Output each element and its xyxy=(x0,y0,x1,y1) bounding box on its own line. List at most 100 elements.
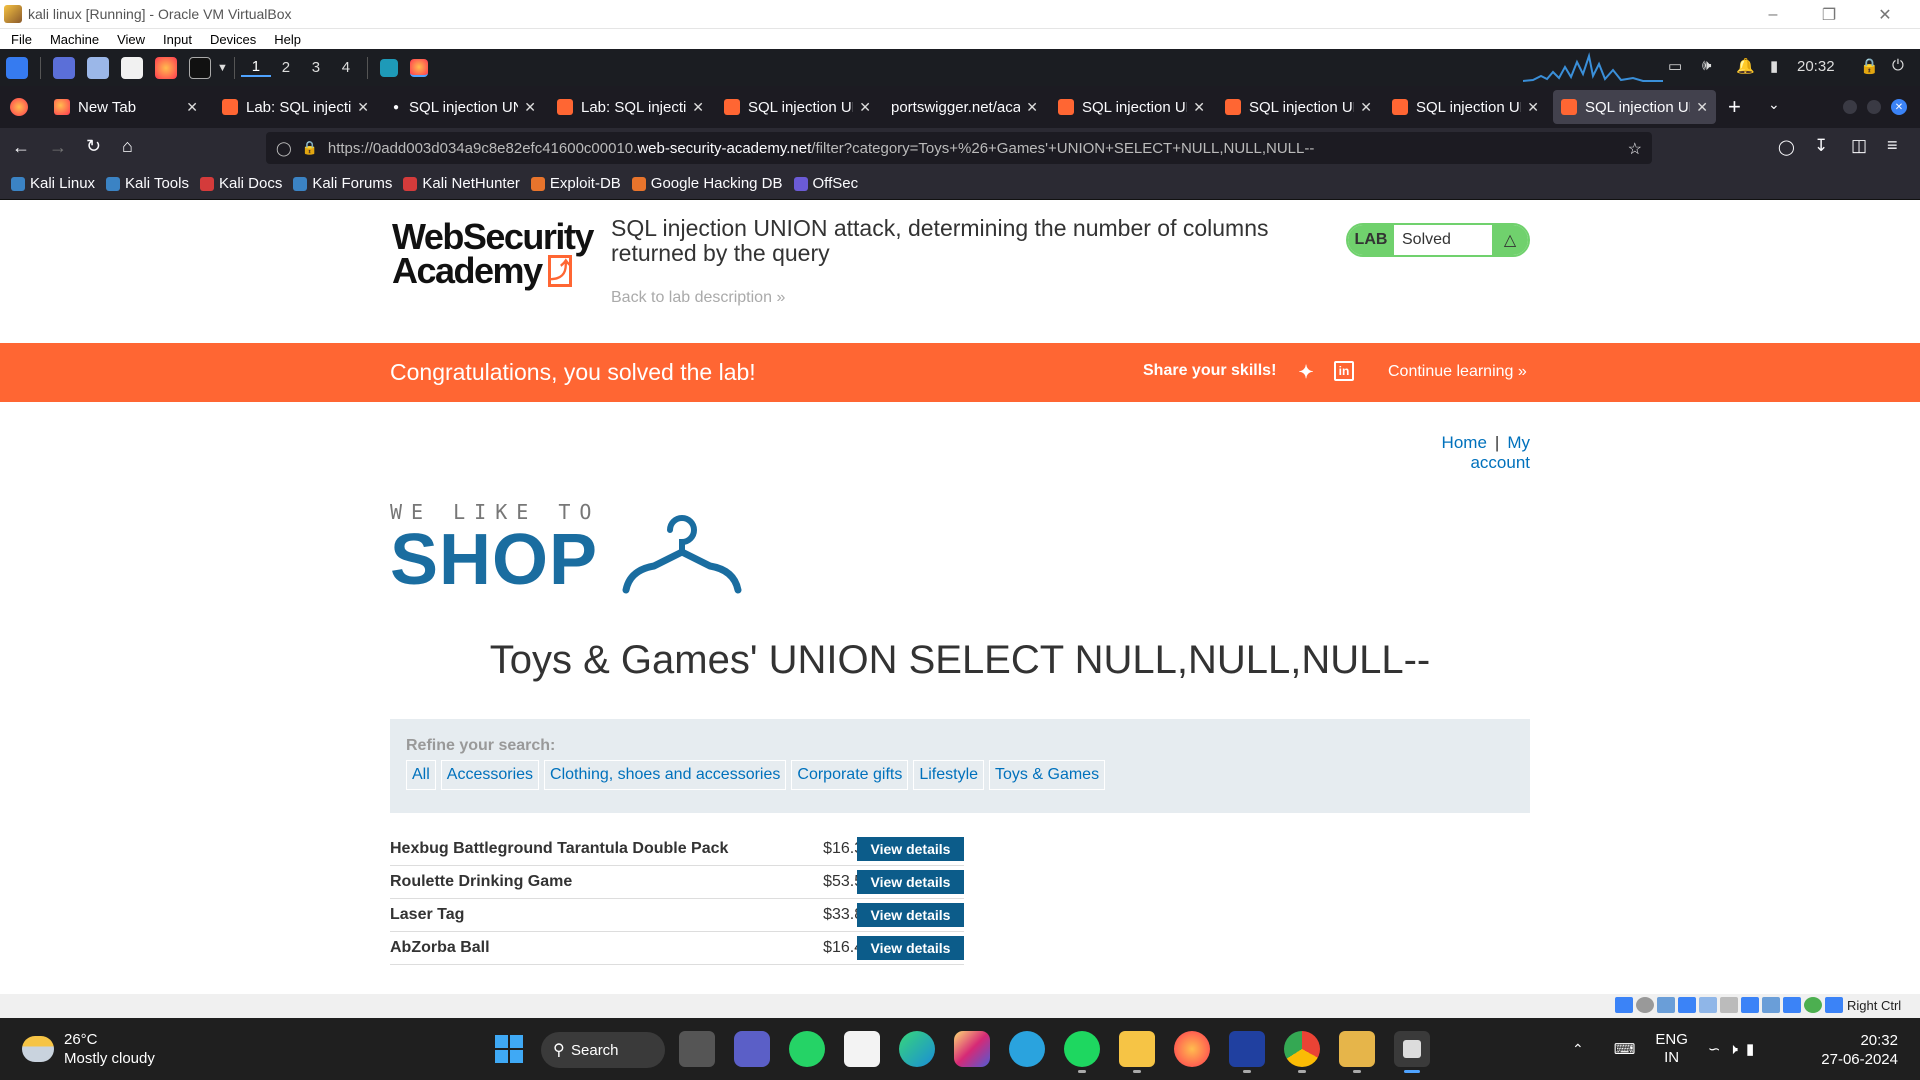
show-hidden-icons-icon[interactable]: ⌃ xyxy=(1572,1041,1584,1058)
bookmark-star-icon[interactable]: ☆ xyxy=(1628,139,1642,159)
close-tab-icon[interactable]: ✕ xyxy=(357,99,369,116)
tab-sqli-2[interactable]: SQL injection UN ✕ xyxy=(716,90,879,124)
instagram-icon[interactable] xyxy=(954,1031,990,1067)
menu-input[interactable]: Input xyxy=(163,32,192,47)
store-icon[interactable] xyxy=(844,1031,880,1067)
burp-taskbar-icon[interactable] xyxy=(1339,1031,1375,1073)
display-icon[interactable]: ▭ xyxy=(1668,57,1682,75)
back-to-lab-description-link[interactable]: Back to lab description » xyxy=(611,289,785,307)
menu-devices[interactable]: Devices xyxy=(210,32,256,47)
tab-sqli-active[interactable]: SQL injection UN ✕ xyxy=(1553,90,1716,124)
workspace-1[interactable]: 1 xyxy=(240,58,271,77)
list-tabs-icon[interactable]: ⌄ xyxy=(1768,96,1780,113)
recording-icon[interactable] xyxy=(1762,997,1780,1013)
display-icon[interactable] xyxy=(1741,997,1759,1013)
view-details-button[interactable]: View details xyxy=(857,837,964,861)
filter-accessories[interactable]: Accessories xyxy=(440,760,540,790)
filter-all[interactable]: All xyxy=(406,760,436,790)
chevron-down-icon[interactable]: ▼ xyxy=(217,62,228,74)
close-tab-icon[interactable]: ✕ xyxy=(1026,99,1038,116)
new-tab-icon[interactable]: + xyxy=(1728,94,1741,120)
url-bar[interactable]: ◯ 🔒 https://0add003d034a9c8e82efc41600c0… xyxy=(266,132,1652,164)
bookmark-kali-nethunter[interactable]: Kali NetHunter xyxy=(403,175,520,192)
bell-icon[interactable]: 🔔 xyxy=(1736,57,1755,75)
view-details-button[interactable]: View details xyxy=(857,936,964,960)
minimize-circle-icon[interactable] xyxy=(1843,100,1857,114)
back-icon[interactable]: ← xyxy=(12,137,30,158)
edge-icon[interactable] xyxy=(899,1031,935,1067)
windows-start-icon[interactable] xyxy=(491,1031,527,1067)
shared-folders-icon[interactable] xyxy=(1720,997,1738,1013)
guest-additions-icon[interactable] xyxy=(1804,997,1822,1013)
continue-learning-link[interactable]: Continue learning » xyxy=(1388,363,1527,381)
firefox-view-icon[interactable] xyxy=(10,98,28,116)
close-tab-icon[interactable]: ✕ xyxy=(1193,99,1205,116)
view-details-button[interactable]: View details xyxy=(857,903,964,927)
close-tab-icon[interactable]: ✕ xyxy=(1527,99,1539,116)
bookmark-offsec[interactable]: OffSec xyxy=(793,175,858,192)
audio-icon[interactable] xyxy=(1657,997,1675,1013)
bookmark-google-hacking-db[interactable]: Google Hacking DB xyxy=(631,175,783,192)
tab-sqli-4[interactable]: SQL injection UN ✕ xyxy=(1217,90,1380,124)
taskbar-search[interactable]: ⚲ Search xyxy=(541,1032,665,1068)
task-view-icon[interactable] xyxy=(679,1031,715,1067)
cpu-icon[interactable] xyxy=(1783,997,1801,1013)
optical-drive-icon[interactable] xyxy=(1636,997,1654,1013)
minimize-icon[interactable]: – xyxy=(1750,0,1796,29)
mute-icon[interactable]: 🕨 xyxy=(1728,1041,1737,1058)
wifi-icon[interactable]: ∽ xyxy=(1708,1040,1721,1058)
usb-icon[interactable] xyxy=(1699,997,1717,1013)
menu-machine[interactable]: Machine xyxy=(50,32,99,47)
close-tab-icon[interactable]: ✕ xyxy=(692,99,704,116)
tab-sqli-1[interactable]: ● SQL injection UN ✕ xyxy=(381,90,544,124)
tab-new-tab[interactable]: New Tab ✕ xyxy=(46,90,206,124)
menu-view[interactable]: View xyxy=(117,32,145,47)
menu-file[interactable]: File xyxy=(11,32,32,47)
forward-icon[interactable]: → xyxy=(49,137,67,158)
restore-icon[interactable]: ❐ xyxy=(1806,0,1852,29)
firefox-window-icon[interactable] xyxy=(409,58,428,77)
whatsapp-icon[interactable] xyxy=(789,1031,825,1067)
firefox-icon[interactable] xyxy=(155,56,177,79)
lock-icon[interactable]: 🔒 xyxy=(302,140,318,156)
text-editor-icon[interactable] xyxy=(121,56,143,79)
close-tab-icon[interactable]: ✕ xyxy=(1360,99,1372,116)
keyboard-icon[interactable]: ⌨ xyxy=(1614,1040,1636,1058)
language-indicator[interactable]: ENG IN xyxy=(1655,1031,1688,1067)
maximize-circle-icon[interactable] xyxy=(1867,100,1881,114)
pocket-icon[interactable]: ◯ xyxy=(1778,138,1795,156)
file-explorer-icon[interactable] xyxy=(1119,1031,1155,1073)
tab-lab-2[interactable]: Lab: SQL injectio ✕ xyxy=(549,90,712,124)
firefox-taskbar-icon[interactable] xyxy=(1174,1031,1210,1067)
workspace-4[interactable]: 4 xyxy=(331,59,361,76)
close-tab-icon[interactable]: ✕ xyxy=(186,99,198,116)
home-icon[interactable]: ⌂ xyxy=(122,136,133,157)
filter-clothing[interactable]: Clothing, shoes and accessories xyxy=(544,760,787,790)
menu-hamburger-icon[interactable]: ≡ xyxy=(1887,135,1898,156)
lock-icon[interactable]: 🔒 xyxy=(1860,57,1879,75)
file-manager-icon[interactable] xyxy=(87,56,109,79)
kali-menu-icon[interactable] xyxy=(6,56,28,79)
desktop-icon[interactable] xyxy=(53,56,75,79)
teams-icon[interactable] xyxy=(734,1031,770,1067)
close-icon[interactable]: ✕ xyxy=(1862,0,1908,29)
bookmark-kali-tools[interactable]: Kali Tools xyxy=(106,175,189,192)
tab-sqli-5[interactable]: SQL injection UN ✕ xyxy=(1384,90,1547,124)
power-icon[interactable]: ⏻ xyxy=(1892,57,1904,74)
workspace-3[interactable]: 3 xyxy=(301,59,331,76)
close-browser-icon[interactable]: ✕ xyxy=(1891,99,1907,115)
spotify-icon[interactable] xyxy=(1064,1031,1100,1073)
close-tab-icon[interactable]: ✕ xyxy=(859,99,871,116)
filter-lifestyle[interactable]: Lifestyle xyxy=(913,760,985,790)
hdd-icon[interactable] xyxy=(1615,997,1633,1013)
battery-icon[interactable]: ▮ xyxy=(1770,57,1778,75)
telegram-icon[interactable] xyxy=(1009,1031,1045,1067)
network-icon[interactable] xyxy=(1678,997,1696,1013)
tab-portswigger[interactable]: portswigger.net/aca ✕ xyxy=(883,90,1046,124)
extensions-icon[interactable]: ◫ xyxy=(1851,136,1867,156)
twitter-icon[interactable]: ✦ xyxy=(1295,361,1317,383)
tab-lab-1[interactable]: Lab: SQL injection ✕ xyxy=(214,90,377,124)
shield-icon[interactable]: ◯ xyxy=(276,140,292,157)
taskbar-clock[interactable]: 20:32 27-06-2024 xyxy=(1812,1031,1898,1069)
reload-icon[interactable]: ↻ xyxy=(86,136,101,157)
